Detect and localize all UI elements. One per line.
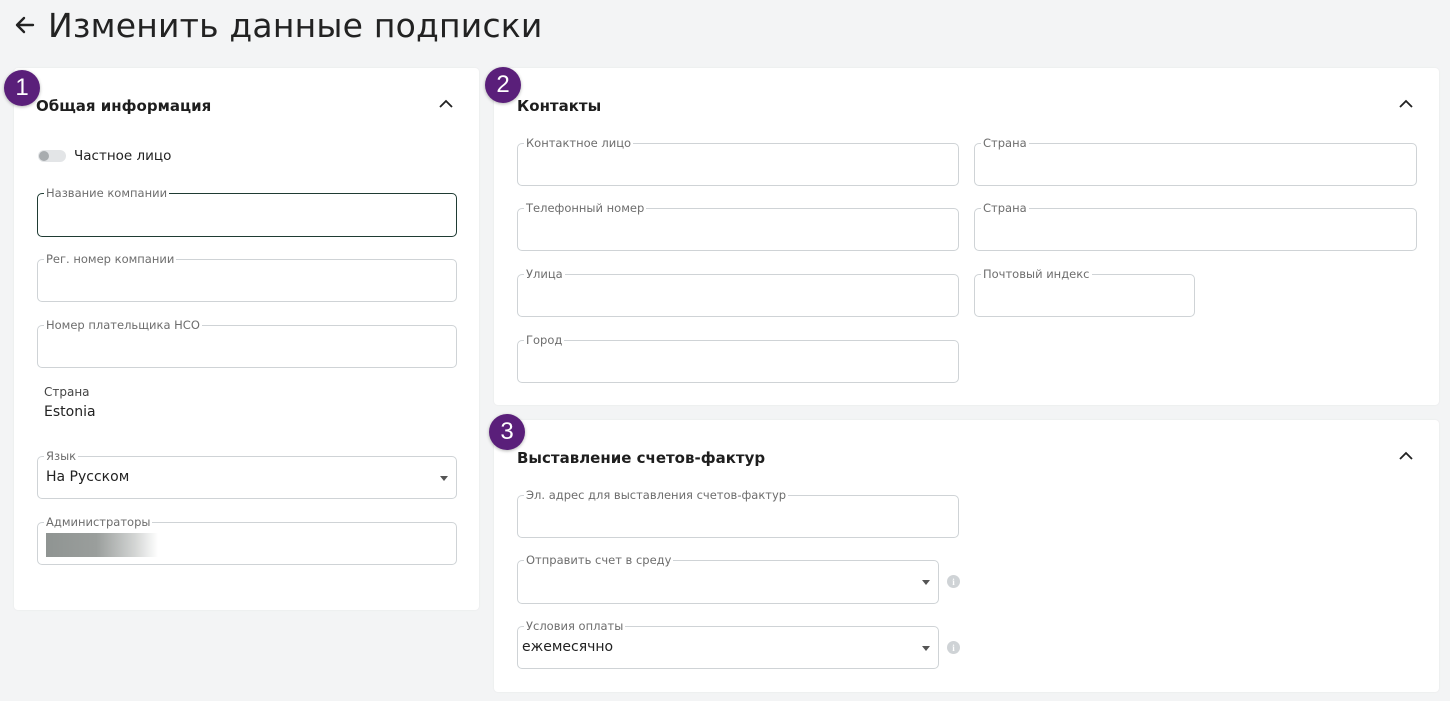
chevron-up-icon xyxy=(1399,451,1413,460)
reg-number-label: Рег. номер компании xyxy=(44,252,177,266)
back-button[interactable] xyxy=(12,12,38,38)
redacted-admin-name xyxy=(46,533,158,557)
contacts-card: Контакты Контактное лицо Страна Телефонн… xyxy=(494,68,1439,405)
postal-code-input[interactable]: Почтовый индекс xyxy=(974,267,1195,317)
toggle-knob xyxy=(39,151,49,161)
arrow-left-icon xyxy=(15,16,35,34)
general-collapse-button[interactable] xyxy=(436,94,456,114)
caret-down-icon xyxy=(922,580,930,585)
private-person-label: Частное лицо xyxy=(74,148,172,164)
contact-country-label: Страна xyxy=(981,136,1029,150)
step-badge-3: 3 xyxy=(489,414,525,450)
step-badge-1: 1 xyxy=(4,70,40,106)
phone-input[interactable]: Телефонный номер xyxy=(517,201,959,251)
caret-down-icon xyxy=(440,475,448,481)
administrators-label: Администраторы xyxy=(44,515,153,529)
page-header: Изменить данные подписки xyxy=(12,0,543,50)
street-label: Улица xyxy=(524,267,565,281)
caret-down-icon xyxy=(922,645,930,651)
payment-terms-select[interactable]: Условия оплаты ежемесячно xyxy=(517,619,939,669)
vat-number-input[interactable]: Номер плательщика НСО xyxy=(37,318,457,368)
payment-terms-label: Условия оплаты xyxy=(524,619,626,633)
contact-country-input[interactable]: Страна xyxy=(974,136,1417,186)
send-invoice-select[interactable]: Отправить счет в среду xyxy=(517,553,939,604)
postal-code-label: Почтовый индекс xyxy=(981,267,1092,281)
street-input[interactable]: Улица xyxy=(517,267,959,317)
reg-number-input[interactable]: Рег. номер компании xyxy=(37,252,457,302)
step-badge-2: 2 xyxy=(485,67,521,103)
payment-terms-value: ежемесячно xyxy=(522,639,614,655)
country-label: Страна xyxy=(44,385,90,399)
private-person-toggle[interactable] xyxy=(38,150,66,162)
phone-label: Телефонный номер xyxy=(524,201,647,215)
info-icon[interactable]: i xyxy=(947,641,960,654)
chevron-up-icon xyxy=(1399,99,1413,108)
general-info-title: Общая информация xyxy=(36,97,212,115)
contact-person-label: Контактное лицо xyxy=(524,136,634,150)
contact-country2-input[interactable]: Страна xyxy=(974,201,1417,251)
general-info-card: Общая информация Частное лицо Название к… xyxy=(14,68,479,610)
info-icon[interactable]: i xyxy=(947,575,960,588)
language-select[interactable]: Язык На Русском xyxy=(37,449,457,499)
invoicing-title: Выставление счетов-фактур xyxy=(517,449,766,467)
contacts-collapse-button[interactable] xyxy=(1396,94,1416,114)
invoicing-card: Выставление счетов-фактур Эл. адрес для … xyxy=(494,420,1439,692)
chevron-up-icon xyxy=(439,99,453,108)
language-value: На Русском xyxy=(46,469,130,485)
country-value: Estonia xyxy=(44,404,96,420)
contact-country2-label: Страна xyxy=(981,201,1029,215)
invoicing-collapse-button[interactable] xyxy=(1396,446,1416,466)
administrators-input[interactable]: Администраторы xyxy=(37,515,457,565)
page-title: Изменить данные подписки xyxy=(48,5,543,45)
invoice-email-label: Эл. адрес для выставления счетов-фактур xyxy=(524,488,789,502)
company-name-label: Название компании xyxy=(44,186,170,200)
contacts-title: Контакты xyxy=(517,97,602,115)
send-invoice-label: Отправить счет в среду xyxy=(524,553,674,567)
invoice-email-input[interactable]: Эл. адрес для выставления счетов-фактур xyxy=(517,488,959,538)
vat-number-label: Номер плательщика НСО xyxy=(44,318,202,332)
city-label: Город xyxy=(524,333,565,347)
language-label: Язык xyxy=(44,449,79,463)
city-input[interactable]: Город xyxy=(517,333,959,383)
company-name-input[interactable]: Название компании xyxy=(37,186,457,237)
contact-person-input[interactable]: Контактное лицо xyxy=(517,136,959,186)
